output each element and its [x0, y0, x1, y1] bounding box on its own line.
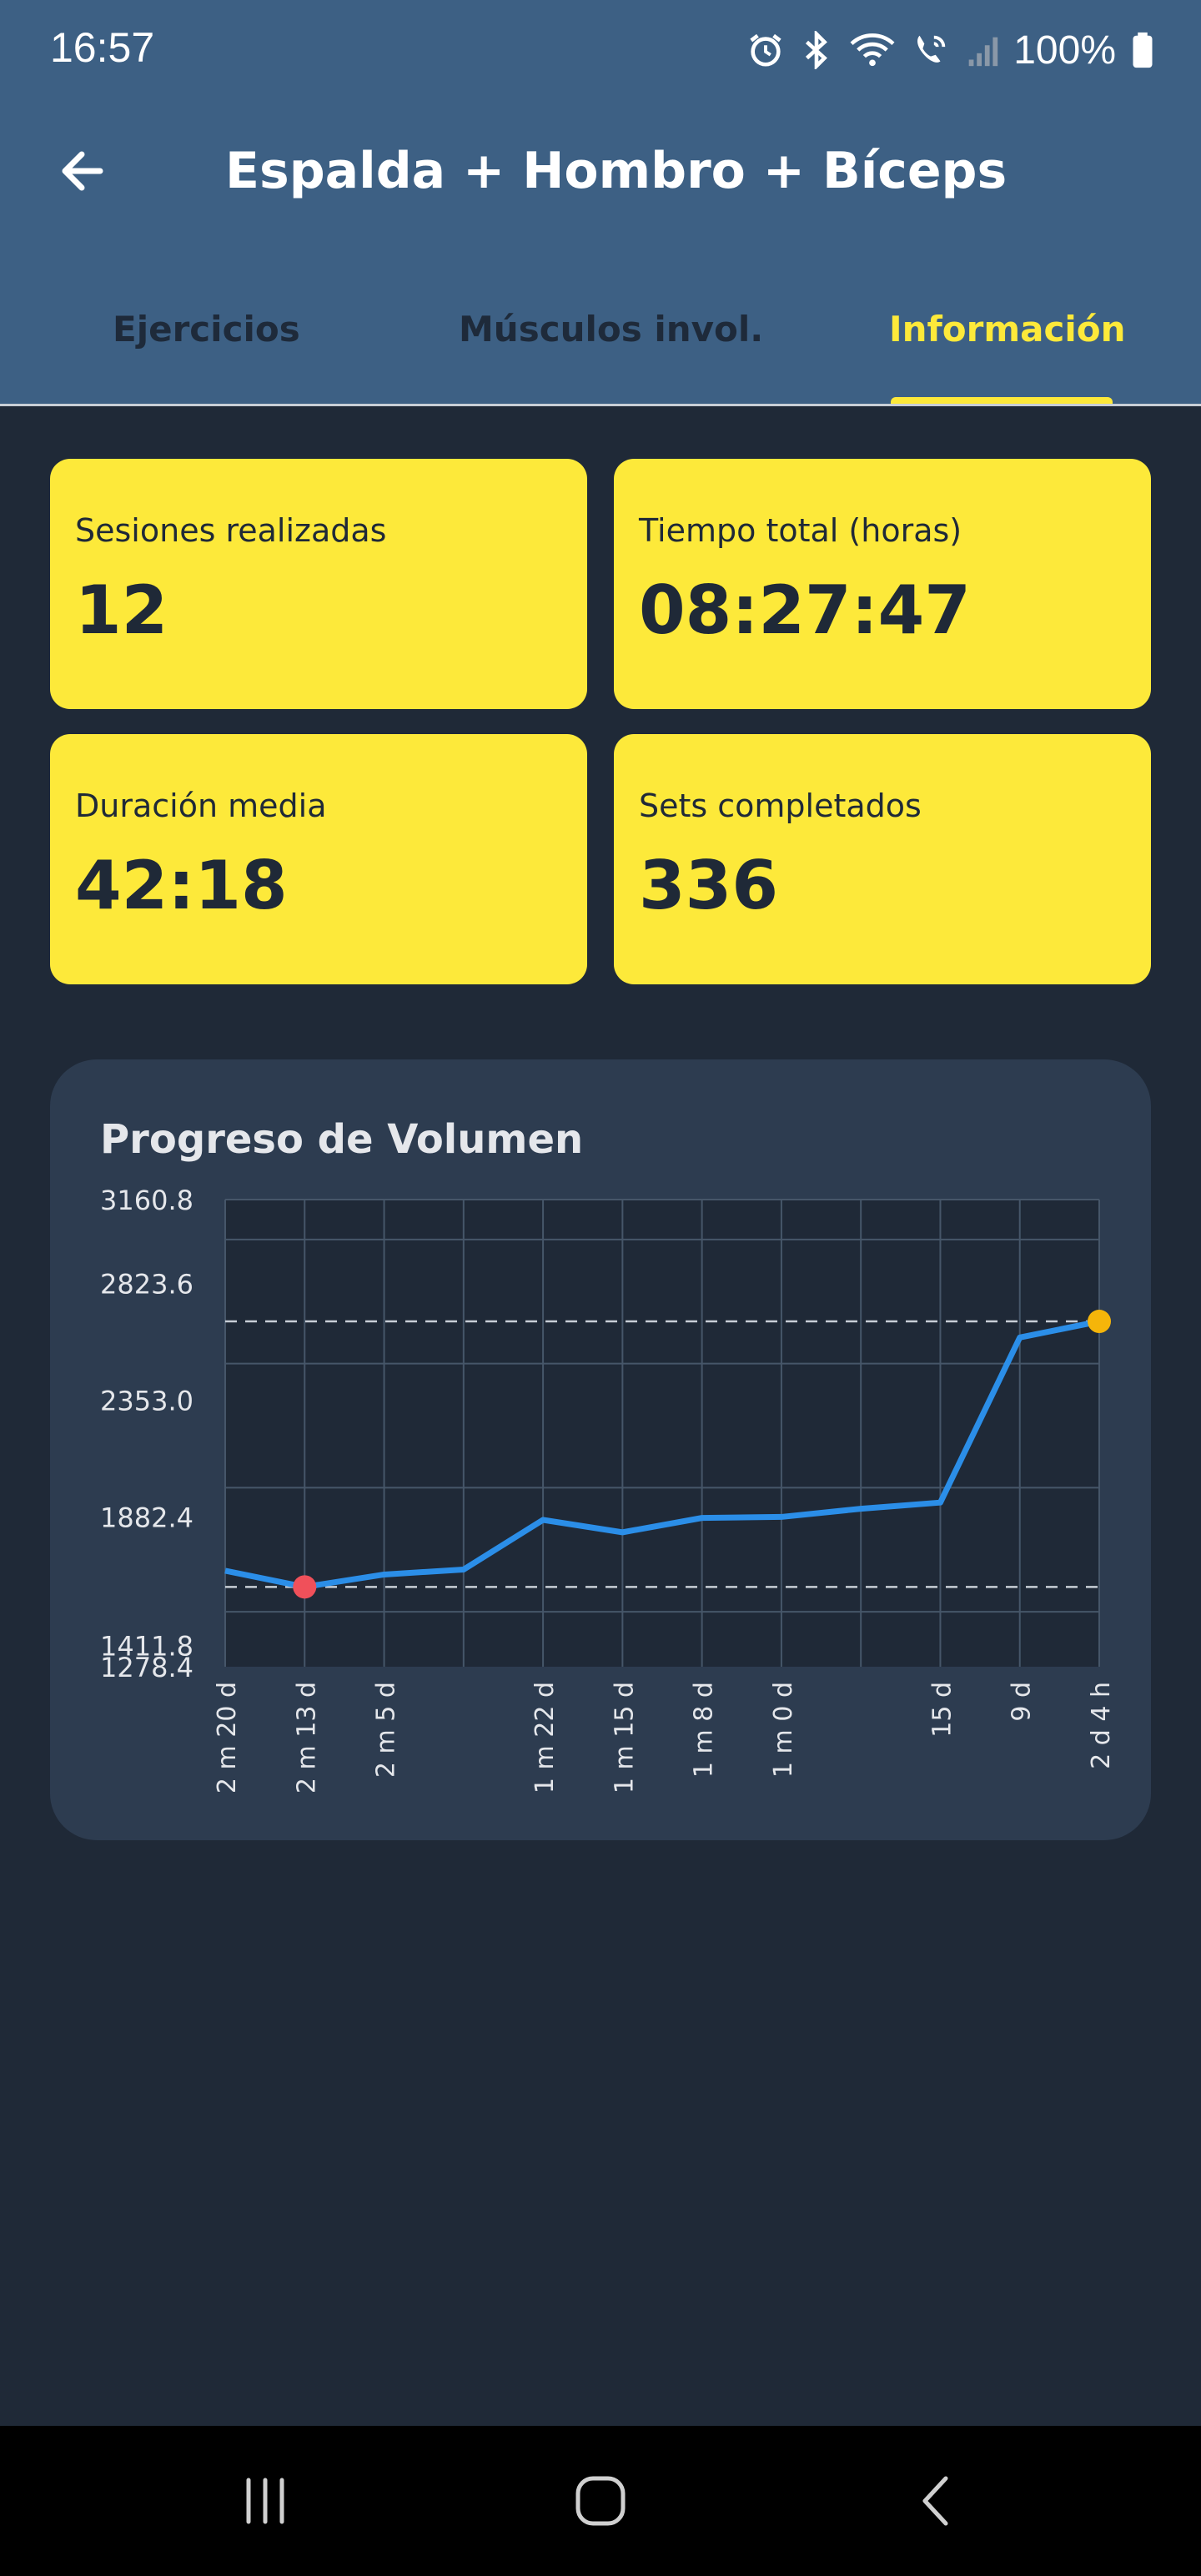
wifi-icon [848, 31, 897, 69]
y-tick-label: 1882.4 [100, 1502, 193, 1533]
plot-area [225, 1200, 1099, 1667]
x-tick-label: 2 m 20 d [213, 1682, 242, 1794]
stat-label: Sets completados [639, 787, 922, 824]
stat-value: 42:18 [75, 847, 288, 924]
battery-level: 100% [1013, 28, 1116, 73]
stat-value: 08:27:47 [639, 571, 971, 649]
app-bar: Espalda + Hombro + Bíceps [0, 125, 1201, 217]
tab-divider [0, 404, 1201, 406]
bluetooth-icon [800, 31, 833, 69]
tab-bar: Ejercicios Músculos invol. Información [0, 300, 1201, 405]
home-icon [575, 2476, 626, 2526]
x-tick-label: 9 d [1008, 1682, 1037, 1722]
x-tick-label: 1 m 15 d [610, 1682, 639, 1794]
status-bar: 16:57 100% [0, 0, 1201, 104]
tab-informacion[interactable]: Información [889, 309, 1126, 350]
x-tick-label: 2 d 4 h [1087, 1682, 1116, 1769]
x-tick-label: 15 d [927, 1682, 957, 1738]
x-tick-label: 1 m 0 d [769, 1682, 798, 1778]
stat-card-sets: Sets completados 336 [614, 734, 1151, 984]
back-button[interactable] [52, 138, 118, 204]
stat-label: Sesiones realizadas [75, 512, 387, 549]
volume-chart-card: Progreso de Volumen 3160.8 2823.6 2353.0 18… [50, 1059, 1151, 1840]
x-tick-label: 2 m 5 d [372, 1682, 401, 1778]
system-nav-bar [0, 2426, 1201, 2576]
y-tick-label: 2353.0 [100, 1385, 193, 1416]
y-tick-label: 2823.6 [100, 1268, 193, 1300]
stat-card-avg-duration: Duración media 42:18 [50, 734, 587, 984]
status-icons: 100% [746, 25, 1154, 75]
back-icon [922, 2476, 948, 2526]
stat-card-total-time: Tiempo total (horas) 08:27:47 [614, 459, 1151, 709]
header: 16:57 100% Espalda + Hombro + Bíceps Eje… [0, 0, 1201, 406]
x-tick-label: 2 m 13 d [292, 1682, 321, 1794]
system-back-button[interactable] [896, 2459, 979, 2543]
wifi-calling-icon [912, 31, 950, 69]
battery-icon [1131, 31, 1154, 69]
page-title: Espalda + Hombro + Bíceps [225, 142, 1008, 200]
max-point-marker [1088, 1310, 1111, 1334]
stat-label: Tiempo total (horas) [639, 512, 962, 549]
y-tick-label: 3160.8 [100, 1185, 193, 1216]
volume-chart: 3160.82823.62353.01882.41411.81278.42 m … [100, 1185, 1116, 1794]
signal-icon [965, 31, 998, 69]
x-tick-label: 1 m 22 d [530, 1682, 560, 1794]
stat-value: 12 [75, 571, 168, 649]
stat-card-sessions: Sesiones realizadas 12 [50, 459, 587, 709]
stat-value: 336 [639, 847, 778, 924]
y-tick-label: 1278.4 [100, 1652, 193, 1683]
x-tick-label: 1 m 8 d [690, 1682, 719, 1778]
tab-musculos[interactable]: Músculos invol. [459, 309, 763, 350]
arrow-left-icon [62, 151, 103, 191]
alarm-icon [746, 31, 785, 69]
status-time: 16:57 [50, 24, 155, 71]
min-point-marker [293, 1575, 317, 1599]
stat-label: Duración media [75, 787, 327, 824]
tab-ejercicios[interactable]: Ejercicios [113, 309, 300, 350]
recent-apps-icon [246, 2478, 284, 2524]
recent-apps-button[interactable] [224, 2459, 307, 2543]
home-button[interactable] [559, 2459, 642, 2543]
